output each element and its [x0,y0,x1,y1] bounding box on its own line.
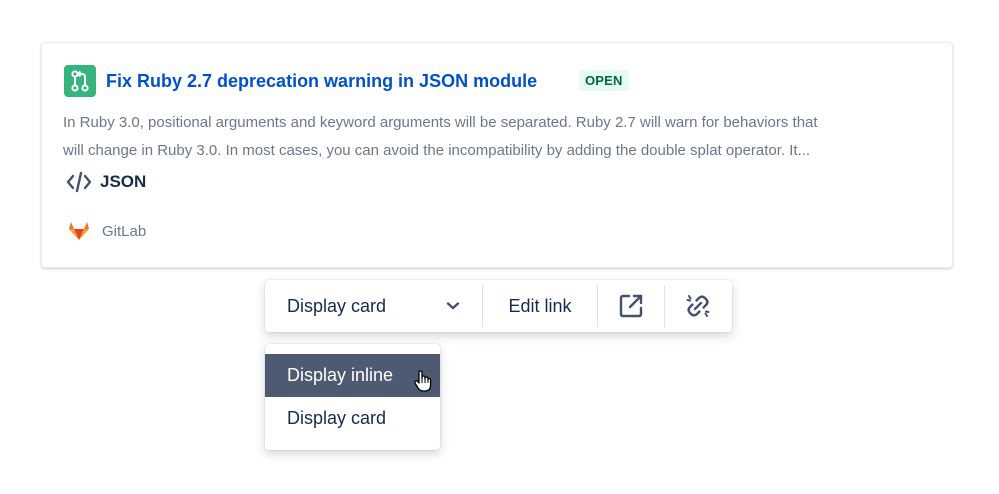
open-link-button[interactable] [598,280,664,332]
pull-request-icon [64,65,96,97]
menu-item-label: Display inline [287,365,394,385]
card-description: In Ruby 3.0, positional arguments and ke… [63,109,937,165]
chevron-down-icon [446,302,460,310]
display-mode-menu: Display inline Display card [265,344,440,450]
hand-cursor-icon [414,370,432,392]
display-mode-select[interactable]: Display card [265,280,482,332]
unlink-button[interactable] [665,280,731,332]
open-external-icon [619,294,643,318]
edit-link-button[interactable]: Edit link [483,280,597,332]
language-tag: JSON [66,171,146,193]
description-line: In Ruby 3.0, positional arguments and ke… [63,114,818,131]
gitlab-logo-icon [69,222,89,240]
card-title[interactable]: Fix Ruby 2.7 deprecation warning in JSON… [106,70,537,92]
language-label: JSON [100,172,147,191]
link-toolbar: Display card Edit link [265,280,732,332]
smart-link-card[interactable]: Fix Ruby 2.7 deprecation warning in JSON… [41,42,953,268]
description-line: will change in Ruby 3.0. In most cases, … [63,142,811,159]
source-label: GitLab [102,222,147,240]
menu-item-display-card[interactable]: Display card [265,397,440,440]
source-provider: GitLab [68,221,146,241]
menu-item-display-inline[interactable]: Display inline [265,354,440,397]
code-icon [66,171,92,193]
unlink-icon [686,295,710,317]
menu-item-label: Display card [287,408,387,428]
display-mode-label: Display card [287,295,387,316]
status-badge: OPEN [579,70,629,91]
